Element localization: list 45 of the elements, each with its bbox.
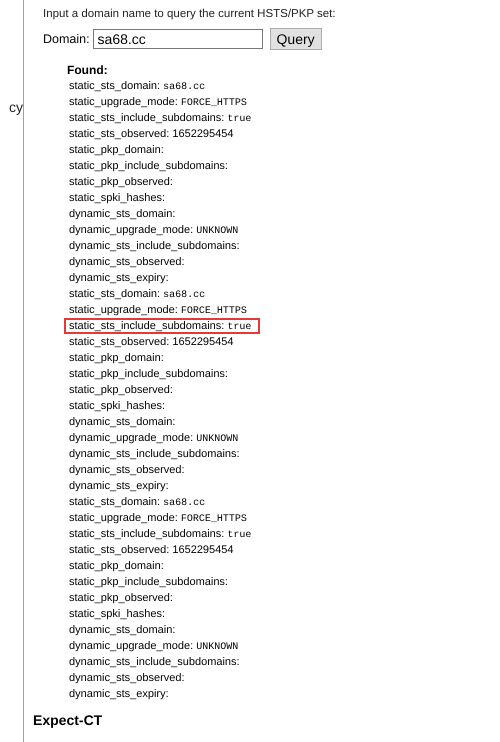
domain-label: Domain: xyxy=(43,32,90,46)
result-line: static_sts_include_subdomains: true xyxy=(68,527,252,542)
result-line: dynamic_sts_expiry: xyxy=(68,479,170,494)
result-line: dynamic_sts_include_subdomains: xyxy=(68,239,241,254)
result-line: static_spki_hashes: xyxy=(68,607,166,622)
result-line: static_sts_observed: 1652295454 xyxy=(68,127,235,142)
result-line: dynamic_sts_include_subdomains: xyxy=(68,655,241,670)
result-line: static_sts_domain: sa68.cc xyxy=(68,287,206,302)
domain-field[interactable]: sa68.cc xyxy=(92,29,263,49)
found-heading: Found: xyxy=(67,62,109,78)
result-line: static_pkp_observed: xyxy=(68,591,174,606)
result-line: static_pkp_observed: xyxy=(68,383,174,398)
result-line: dynamic_sts_expiry: xyxy=(68,687,170,702)
result-line: static_sts_observed: 1652295454 xyxy=(68,335,235,350)
result-line: static_sts_domain: sa68.cc xyxy=(68,79,206,94)
query-button[interactable]: Query xyxy=(270,28,322,50)
result-line: dynamic_sts_expiry: xyxy=(68,271,170,286)
result-line: dynamic_sts_observed: xyxy=(68,255,186,270)
result-line: static_sts_domain: sa68.cc xyxy=(68,495,206,510)
result-line: static_pkp_include_subdomains: xyxy=(68,159,229,174)
result-line: static_pkp_domain: xyxy=(68,351,165,366)
sidebar-item[interactable]: cy xyxy=(0,99,23,115)
result-line: static_sts_observed: 1652295454 xyxy=(68,543,235,558)
result-line: static_spki_hashes: xyxy=(68,399,166,414)
result-line: static_upgrade_mode: FORCE_HTTPS xyxy=(68,95,248,110)
result-line: dynamic_sts_domain: xyxy=(68,207,176,222)
result-line: dynamic_sts_include_subdomains: xyxy=(68,447,241,462)
result-line: dynamic_sts_observed: xyxy=(68,463,186,478)
result-line: static_pkp_observed: xyxy=(68,175,174,190)
result-line: dynamic_upgrade_mode: UNKNOWN xyxy=(68,639,240,654)
result-line: dynamic_sts_domain: xyxy=(68,623,176,638)
result-line: dynamic_upgrade_mode: UNKNOWN xyxy=(68,431,240,446)
result-line: static_upgrade_mode: FORCE_HTTPS xyxy=(68,511,248,526)
result-line: static_pkp_domain: xyxy=(68,143,165,158)
result-line: dynamic_sts_domain: xyxy=(68,415,176,430)
result-line: dynamic_sts_observed: xyxy=(68,671,186,686)
result-line: static_pkp_domain: xyxy=(68,559,165,574)
result-line: static_spki_hashes: xyxy=(68,191,166,206)
result-line: static_pkp_include_subdomains: xyxy=(68,575,229,590)
result-line: static_pkp_include_subdomains: xyxy=(68,367,229,382)
result-line: static_upgrade_mode: FORCE_HTTPS xyxy=(68,303,248,318)
result-line: dynamic_upgrade_mode: UNKNOWN xyxy=(68,223,240,238)
section-heading: Expect-CT xyxy=(33,712,104,728)
intro-text: Input a domain name to query the current HSTS/PKP set: xyxy=(43,8,336,20)
result-line: static_sts_include_subdomains: true xyxy=(68,111,252,126)
